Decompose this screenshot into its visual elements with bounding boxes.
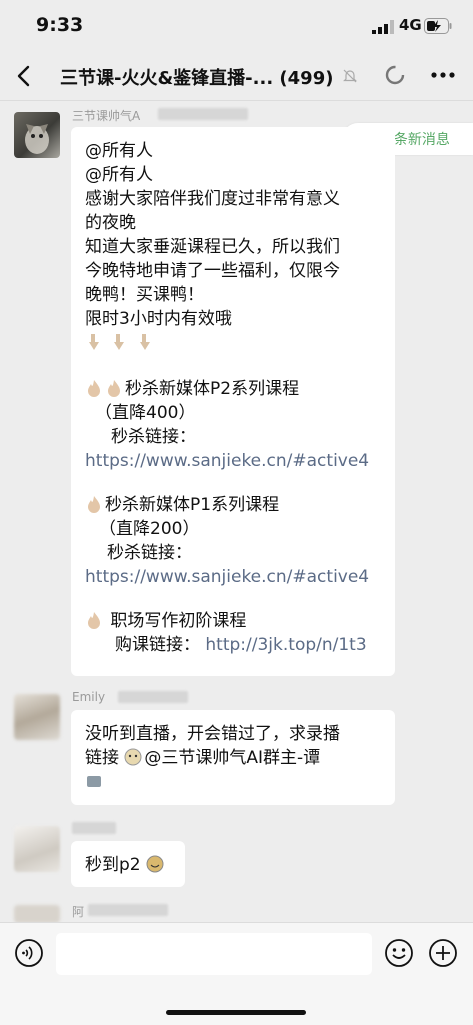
message-line: 知道大家垂涎课程已久，所以我们 xyxy=(85,237,340,257)
course-title: 秒杀新媒体P1系列课程 xyxy=(105,495,280,515)
sender-name: 阿 xyxy=(72,905,85,919)
blurred-name xyxy=(158,108,248,120)
home-indicator xyxy=(166,1010,306,1015)
battery-charging-icon xyxy=(424,18,452,34)
fire-icon xyxy=(88,612,100,629)
pointing-down-icon xyxy=(89,334,99,350)
message-input[interactable] xyxy=(56,933,372,975)
avatar[interactable] xyxy=(14,826,60,872)
blurred-name xyxy=(88,904,168,916)
link-label: 秒杀链接： xyxy=(111,427,196,447)
course-link[interactable]: http://3jk.top/n/1t3 xyxy=(205,635,366,655)
message-line: 限时3小时内有效哦 xyxy=(85,309,232,329)
course-title: 秒杀新媒体P2系列课程 xyxy=(125,379,300,399)
message-line: 晚鸭！买课鸭！ xyxy=(85,285,204,305)
status-time: 9:33 xyxy=(36,14,84,36)
avatar[interactable] xyxy=(14,112,60,158)
message-bubble[interactable]: 秒到p2 xyxy=(71,841,185,887)
sender-name: Emily xyxy=(72,690,106,704)
fire-icon xyxy=(108,380,120,397)
message-bubble[interactable]: 没听到直播，开会错过了，求录播 链接 @三节课帅气AI群主-谭 xyxy=(71,710,395,805)
chat-title: 三节课-火火&鉴锋直播-... (499) xyxy=(60,68,334,89)
sender-name: 三节课帅气A xyxy=(72,109,141,123)
mention: @三节课帅气AI群主-谭 xyxy=(144,748,321,768)
laughing-emoji-icon xyxy=(146,855,164,873)
fire-icon xyxy=(88,380,100,397)
cat-avatar-image xyxy=(25,124,49,154)
message-line: @所有人 xyxy=(85,165,153,185)
sticker-icon xyxy=(87,776,101,787)
message-line: 感谢大家陪伴我们度过非常有意义 xyxy=(85,189,340,209)
course-price: （直降400） xyxy=(95,403,196,423)
message-line: @所有人 xyxy=(85,141,153,161)
link-label: 购课链接： xyxy=(115,635,200,655)
pointing-down-emojis xyxy=(85,331,381,357)
avatar[interactable] xyxy=(14,905,60,923)
plus-icon[interactable] xyxy=(428,938,458,968)
voice-input-icon[interactable] xyxy=(14,938,44,968)
course-price: （直降200） xyxy=(99,519,200,539)
course-link[interactable]: https://www.sanjieke.cn/#active4 xyxy=(85,449,381,473)
back-arrow-icon[interactable] xyxy=(14,64,34,88)
loading-spinner-icon xyxy=(385,65,405,85)
message-line: 秒到p2 xyxy=(85,855,141,875)
network-type: 4G xyxy=(399,16,422,34)
course-title: 职场写作初阶课程 xyxy=(110,611,247,631)
pointing-down-icon xyxy=(114,334,125,350)
message-line: 链接 xyxy=(85,748,119,768)
blurred-name xyxy=(118,691,188,703)
emoji-icon[interactable] xyxy=(384,938,414,968)
fire-icon xyxy=(88,496,100,513)
message-line: 的夜晚 xyxy=(85,213,136,233)
course-link[interactable]: https://www.sanjieke.cn/#active4 xyxy=(85,565,381,589)
signal-icon xyxy=(372,20,394,34)
message-line: 今晚特地申请了一些福利，仅限今 xyxy=(85,261,340,281)
smiley-emoji-icon xyxy=(124,748,142,766)
message-line: 没听到直播，开会错过了，求录播 xyxy=(85,724,340,744)
more-options-icon[interactable] xyxy=(430,66,456,84)
blurred-name xyxy=(72,822,116,834)
message-bubble[interactable]: @所有人 @所有人 感谢大家陪伴我们度过非常有意义 的夜晚 知道大家垂涎课程已久… xyxy=(71,127,395,676)
mute-bell-icon xyxy=(343,69,357,83)
link-label: 秒杀链接： xyxy=(107,543,192,563)
pointing-down-icon xyxy=(139,334,150,350)
avatar[interactable] xyxy=(14,694,60,740)
